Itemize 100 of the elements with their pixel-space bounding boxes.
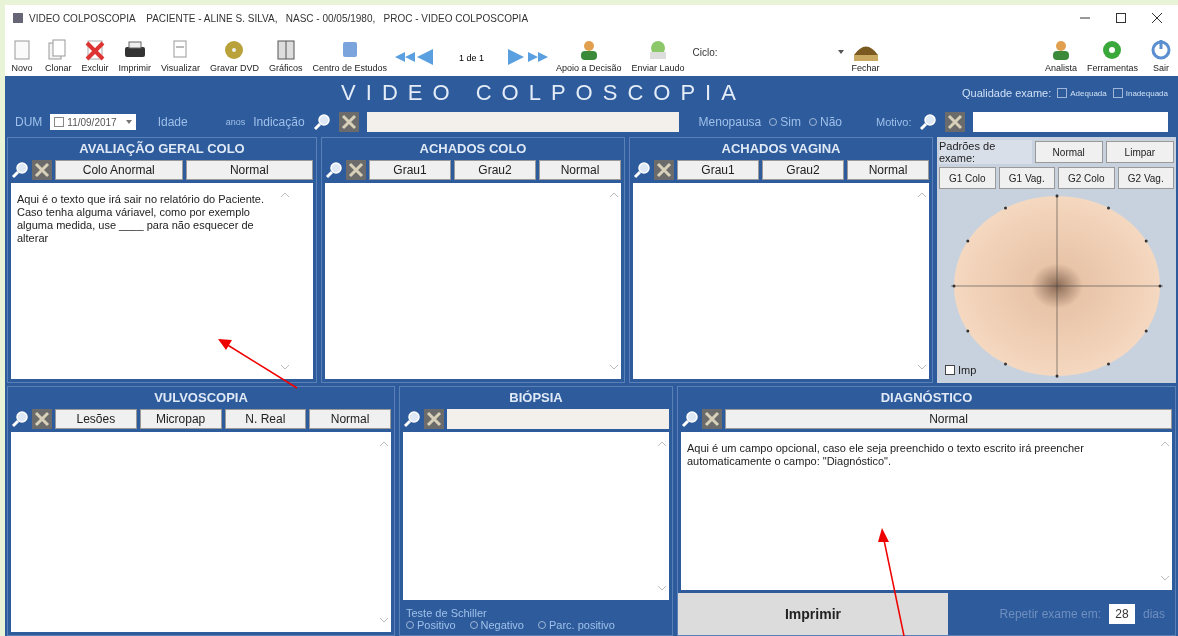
rewind-icon[interactable] (394, 49, 435, 65)
motive-label: Motivo: (876, 116, 912, 128)
text-area[interactable]: Aqui é um campo opcional, caso ele seja preenchido o texto escrito irá preencher automaticamente o campo: "Diagnóstico". (681, 432, 1172, 590)
print-button[interactable]: Imprimir (678, 593, 948, 635)
menopause-label: Menopausa (698, 115, 762, 129)
preset-button[interactable]: Normal (847, 160, 929, 180)
toolbar-button[interactable]: Sair (1146, 38, 1176, 73)
days-field[interactable]: 28 (1109, 604, 1135, 624)
pattern-button[interactable]: Limpar (1105, 141, 1174, 163)
app-icon (13, 13, 23, 23)
toolbar-button[interactable]: Centro de Estudos (310, 38, 389, 73)
pattern-button[interactable]: G1 Vag. (998, 167, 1055, 189)
dum-label: DUM (15, 115, 43, 129)
preset-button[interactable]: Normal (185, 160, 313, 180)
preset-button[interactable]: Grau2 (454, 160, 536, 180)
toolbar-button[interactable]: Gráficos (266, 38, 305, 73)
scroll-down-icon[interactable] (657, 584, 667, 592)
toolbar-button[interactable]: Imprimir (116, 38, 154, 73)
search-icon[interactable] (11, 410, 29, 428)
panel-title: ACHADOS COLO (418, 140, 528, 158)
scroll-up-icon[interactable] (609, 191, 619, 199)
caret-icon[interactable] (837, 50, 844, 54)
search-icon[interactable] (312, 113, 331, 131)
preset-button[interactable]: Grau1 (677, 160, 759, 180)
pattern-button[interactable]: G2 Vag. (1117, 167, 1174, 189)
clear-icon[interactable] (32, 409, 52, 429)
preset-button[interactable]: Micropap (139, 409, 222, 429)
menopause-radio[interactable]: Não (808, 115, 842, 129)
quality-checkbox[interactable]: Inadequada (1112, 88, 1168, 98)
text-area[interactable]: Aqui é o texto que irá sair no relatório do Paciente. Caso tenha alguma váriavel, como por exemplo alguma medida, use ____ para não esquecer de alterar (11, 183, 313, 379)
scroll-down-icon[interactable] (917, 363, 927, 371)
toolbar-button[interactable]: Excluir (79, 38, 111, 73)
preset-button[interactable]: Normal (309, 409, 391, 429)
schiller-radio[interactable]: Positivo (406, 619, 456, 631)
clear-icon[interactable] (945, 112, 966, 132)
search-icon[interactable] (403, 410, 421, 428)
scroll-up-icon[interactable] (379, 440, 389, 448)
clear-icon[interactable] (424, 409, 444, 429)
repeat-label: Repetir exame em: (999, 607, 1101, 621)
schiller-radio[interactable]: Negativo (469, 619, 524, 631)
preset-button[interactable]: Colo Anormal (55, 160, 183, 180)
quality-checkbox[interactable]: Adequada (1057, 88, 1107, 98)
panel-title: VULVOSCOPIA (153, 389, 249, 407)
toolbar-button[interactable]: Visualizar (159, 38, 202, 73)
toolbar-button[interactable]: Analista (1042, 38, 1079, 73)
clear-icon[interactable] (338, 112, 359, 132)
caret-icon[interactable] (125, 120, 132, 124)
preset-button[interactable]: Lesões (55, 409, 137, 429)
preset-button[interactable]: Normal (725, 409, 1172, 429)
panel-title: AVALIAÇÃO GERAL COLO (78, 140, 246, 158)
indication-field[interactable] (366, 112, 679, 132)
toolbar-button[interactable]: Novo (7, 38, 37, 73)
preset-button[interactable]: Grau2 (762, 160, 844, 180)
page-counter: 1 de 1 (457, 53, 485, 65)
search-icon[interactable] (919, 113, 938, 131)
scroll-down-icon[interactable] (1160, 574, 1170, 582)
days-unit: dias (1143, 607, 1165, 621)
clear-icon[interactable] (346, 160, 366, 180)
scroll-down-icon[interactable] (280, 363, 290, 371)
scroll-up-icon[interactable] (657, 440, 667, 448)
toolbar-button[interactable]: Clonar (43, 38, 74, 73)
pattern-button[interactable]: G2 Colo (1058, 167, 1115, 189)
preset-button[interactable]: Normal (539, 160, 621, 180)
text-field[interactable] (447, 409, 669, 429)
scroll-down-icon[interactable] (379, 616, 389, 624)
toolbar-button[interactable]: Ferramentas (1084, 38, 1140, 73)
imp-checkbox[interactable]: Imp (945, 364, 977, 376)
preset-button[interactable]: Grau1 (369, 160, 451, 180)
window-title: VIDEO COLPOSCOPIA PACIENTE - ALINE S. SILVA, NASC - 00/05/1980, PROC - VIDEO COLPOSCOPIA (29, 12, 529, 24)
pattern-button[interactable]: Normal (1034, 141, 1103, 163)
schiller-label: Teste de Schiller (406, 607, 488, 619)
patterns-label: Padrões de exame: (939, 140, 1032, 164)
search-icon[interactable] (325, 161, 343, 179)
menopause-radio[interactable]: Sim (769, 115, 801, 129)
forward-icon[interactable] (508, 49, 548, 65)
age-unit: anos (225, 117, 246, 127)
toolbar-button[interactable]: Fechar (849, 38, 882, 73)
scroll-up-icon[interactable] (1160, 440, 1170, 448)
motive-field[interactable] (973, 112, 1168, 132)
close-icon[interactable] (1152, 13, 1162, 23)
toolbar-button[interactable]: Enviar Laudo (629, 38, 687, 73)
panel-title: BIÓPSIA (508, 389, 564, 407)
scroll-down-icon[interactable] (609, 363, 619, 371)
search-icon[interactable] (681, 410, 699, 428)
maximize-icon[interactable] (1116, 13, 1126, 23)
scroll-up-icon[interactable] (280, 191, 290, 199)
date-picker[interactable]: 11/09/2017 (50, 114, 136, 130)
clear-icon[interactable] (654, 160, 674, 180)
toolbar-button[interactable]: Gravar DVD (207, 38, 261, 73)
pattern-button[interactable]: G1 Colo (939, 167, 996, 189)
search-icon[interactable] (11, 161, 29, 179)
preset-button[interactable]: N. Real (224, 409, 307, 429)
scroll-up-icon[interactable] (917, 191, 927, 199)
toolbar-button[interactable]: Apoio a Decisão (554, 38, 624, 73)
clear-icon[interactable] (702, 409, 722, 429)
indication-label: Indicação (253, 115, 305, 129)
clear-icon[interactable] (32, 160, 52, 180)
panel-title: DIAGNÓSTICO (879, 389, 974, 407)
schiller-radio[interactable]: Parc. positivo (537, 619, 615, 631)
search-icon[interactable] (633, 161, 651, 179)
